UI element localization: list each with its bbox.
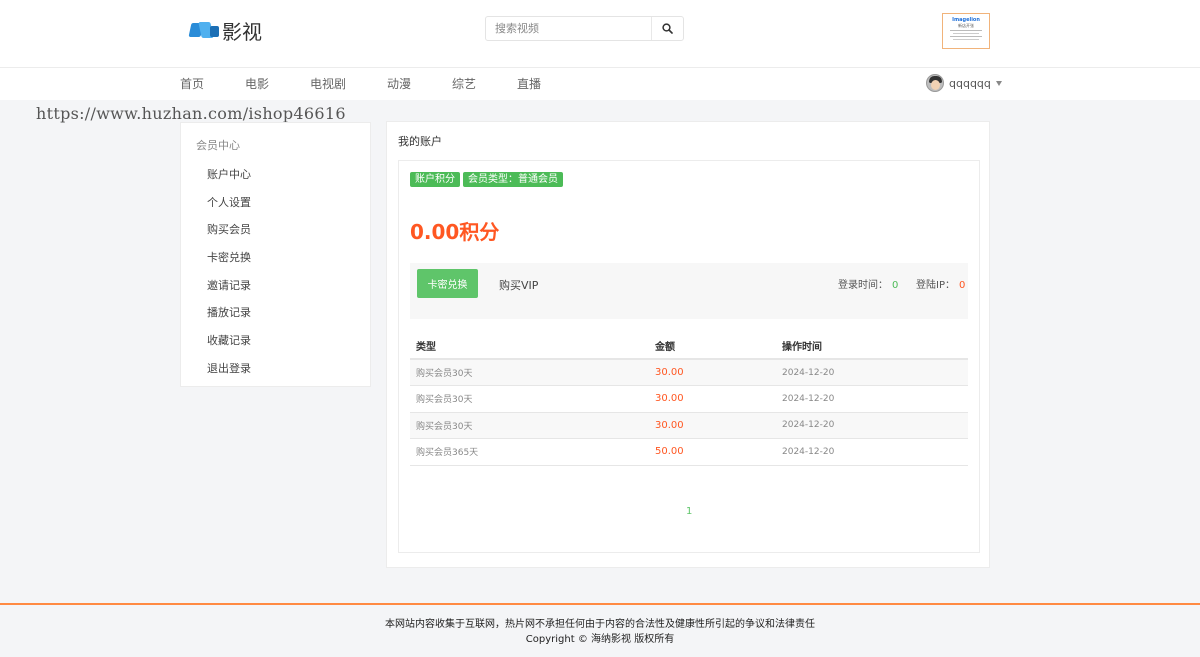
nav-item-tv[interactable]: 电视剧 xyxy=(310,75,346,92)
row-type: 购买会员30天 xyxy=(410,412,649,439)
records-table: 类型 金额 操作时间 购买会员30天 30.00 2024-12-20 购买会员… xyxy=(410,332,968,466)
sidebar-item-logout[interactable]: 退出登录 xyxy=(207,360,251,376)
row-amount: 30.00 xyxy=(649,412,776,439)
card-redeem-button[interactable]: 卡密兑换 xyxy=(417,269,478,298)
row-time: 2024-12-20 xyxy=(776,359,968,386)
logo-icon xyxy=(188,20,220,40)
row-time: 2024-12-20 xyxy=(776,412,968,439)
caret-down-icon xyxy=(995,80,1002,86)
buy-vip-button[interactable]: 购买VIP xyxy=(499,277,538,293)
search-button[interactable] xyxy=(651,17,683,40)
username: qqqqqq xyxy=(949,76,991,90)
table-row: 购买会员30天 30.00 2024-12-20 xyxy=(410,385,968,413)
row-type: 购买会员365天 xyxy=(410,438,649,466)
qr-ad-subtitle: 新店开张 xyxy=(958,23,974,28)
logo-text: 影视 xyxy=(222,19,262,44)
row-amount: 50.00 xyxy=(649,438,776,466)
points-balance: 0.00积分 xyxy=(410,220,500,244)
account-card: 账户积分 会员类型：普通会员 0.00积分 卡密兑换 购买VIP 登录时间： 0 … xyxy=(398,160,980,553)
nav-item-variety[interactable]: 综艺 xyxy=(452,75,476,92)
footer-copyright: Copyright © 海纳影视 版权所有 xyxy=(525,634,675,645)
main-nav: 首页 电影 电视剧 动漫 综艺 直播 xyxy=(0,68,1200,100)
user-menu[interactable]: qqqqqq xyxy=(926,73,1002,93)
login-ip-value: 0 xyxy=(958,280,966,291)
table-row: 购买会员365天 50.00 2024-12-20 xyxy=(410,438,968,466)
column-header-type: 类型 xyxy=(410,332,649,360)
site-header: 影视 Imagelion 新店开张 xyxy=(0,0,1200,68)
sidebar-item-account[interactable]: 账户中心 xyxy=(207,166,251,182)
pagination-page-1[interactable]: 1 xyxy=(686,506,692,517)
footer-disclaimer: 本网站内容收集于互联网，热片网不承担任何由于内容的合法性及健康性所引起的争议和法… xyxy=(385,619,815,630)
points-badge: 账户积分 xyxy=(410,172,460,187)
nav-item-live[interactable]: 直播 xyxy=(517,75,541,92)
avatar xyxy=(926,74,944,92)
search-input[interactable] xyxy=(486,17,652,40)
sidebar-item-favorites[interactable]: 收藏记录 xyxy=(207,332,251,348)
account-panel: 我的账户 账户积分 会员类型：普通会员 0.00积分 卡密兑换 购买VIP 登录… xyxy=(386,121,990,568)
login-ip-label: 登陆IP： xyxy=(916,280,955,291)
login-ip: 登陆IP： 0 xyxy=(916,276,965,291)
search-box xyxy=(485,16,684,41)
qr-ad[interactable]: Imagelion 新店开张 xyxy=(942,13,990,49)
member-type-badge: 会员类型：普通会员 xyxy=(463,172,563,187)
sidebar-item-invites[interactable]: 邀请记录 xyxy=(207,277,251,293)
table-row: 购买会员30天 30.00 2024-12-20 xyxy=(410,412,968,439)
nav-item-anime[interactable]: 动漫 xyxy=(387,75,411,92)
sidebar-title: 会员中心 xyxy=(196,139,240,152)
site-footer: 本网站内容收集于互联网，热片网不承担任何由于内容的合法性及健康性所引起的争议和法… xyxy=(0,603,1200,657)
sidebar-item-settings[interactable]: 个人设置 xyxy=(207,194,251,210)
watermark-text: https://www.huzhan.com/ishop46616 xyxy=(36,104,346,123)
row-type: 购买会员30天 xyxy=(410,385,649,413)
page-title: 我的账户 xyxy=(398,135,442,148)
login-time-value: 0 xyxy=(892,280,899,291)
search-icon xyxy=(662,23,673,34)
row-amount: 30.00 xyxy=(649,385,776,413)
account-actions: 卡密兑换 购买VIP 登录时间： 0 登陆IP： 0 xyxy=(410,263,968,319)
row-time: 2024-12-20 xyxy=(776,385,968,413)
row-amount: 30.00 xyxy=(649,359,776,386)
sidebar-item-card-redeem[interactable]: 卡密兑换 xyxy=(207,249,251,265)
member-sidebar: 会员中心 账户中心 个人设置 购买会员 卡密兑换 邀请记录 播放记录 收藏记录 … xyxy=(180,122,371,387)
table-row: 购买会员30天 30.00 2024-12-20 xyxy=(410,359,968,386)
login-time: 登录时间： 0 xyxy=(838,276,898,291)
row-type: 购买会员30天 xyxy=(410,359,649,386)
sidebar-item-buy-membership[interactable]: 购买会员 xyxy=(207,221,251,237)
row-time: 2024-12-20 xyxy=(776,438,968,466)
sidebar-item-play-history[interactable]: 播放记录 xyxy=(207,304,251,320)
nav-item-movies[interactable]: 电影 xyxy=(245,75,269,92)
table-header-row: 类型 金额 操作时间 xyxy=(410,332,968,360)
account-tags: 账户积分 会员类型：普通会员 xyxy=(410,172,566,187)
column-header-amount: 金额 xyxy=(649,332,776,360)
column-header-time: 操作时间 xyxy=(776,332,968,360)
site-logo[interactable]: 影视 xyxy=(188,18,262,44)
nav-item-home[interactable]: 首页 xyxy=(180,75,204,92)
login-time-label: 登录时间： xyxy=(838,280,888,291)
